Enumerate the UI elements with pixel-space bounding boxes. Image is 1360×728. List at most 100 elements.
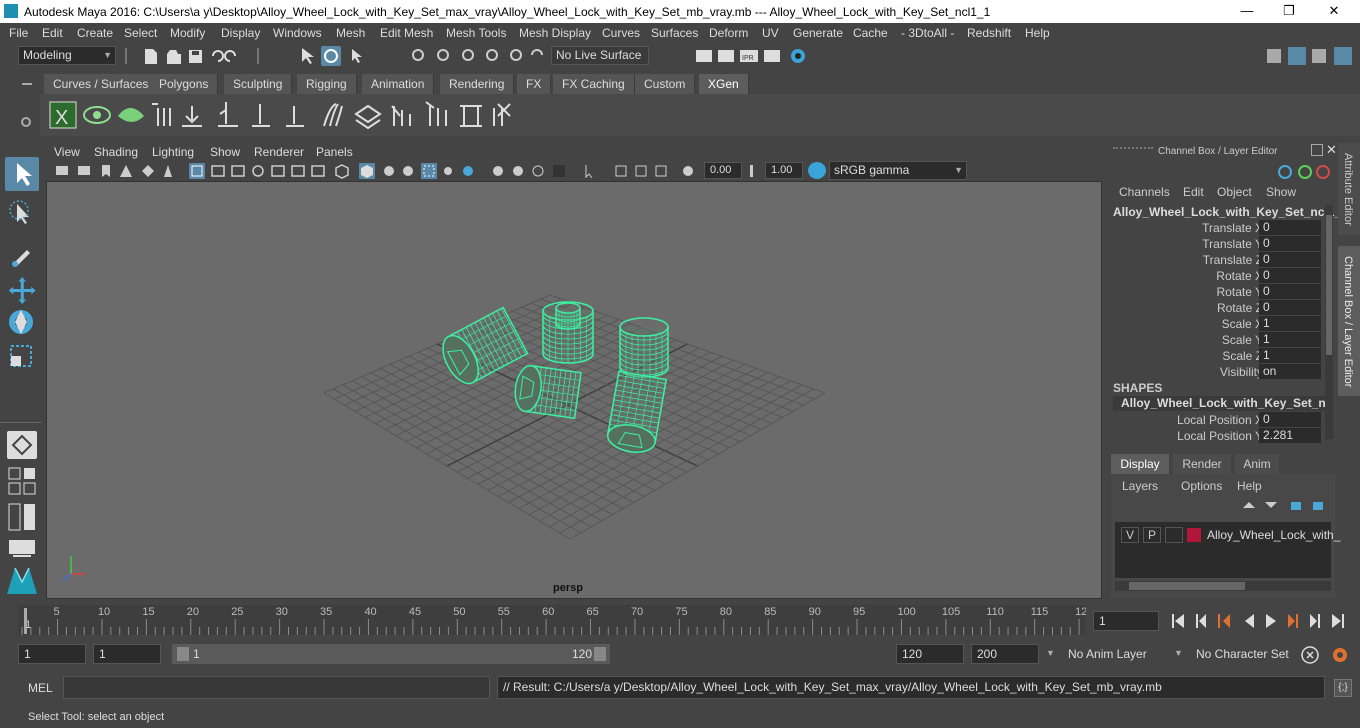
colorspace-dropdown[interactable]: sRGB gamma ▼: [829, 161, 967, 180]
perspective-viewport[interactable]: persp: [46, 181, 1102, 599]
chevron-down-icon[interactable]: ▼: [1046, 648, 1055, 658]
channels-menu[interactable]: Channels: [1119, 185, 1170, 199]
menu-create[interactable]: Create: [77, 26, 113, 40]
attr-value[interactable]: 0: [1259, 412, 1321, 427]
layer-row[interactable]: V P Alloy_Wheel_Lock_with_: [1115, 526, 1340, 544]
script-editor-button[interactable]: {;}: [1334, 679, 1352, 697]
attr-row-translate-x[interactable]: Translate X0: [1107, 220, 1327, 236]
attr-row-translate-y[interactable]: Translate Y0: [1107, 236, 1327, 252]
panel-grip[interactable]: [1113, 147, 1153, 155]
attr-row-scale-z[interactable]: Scale Z1: [1107, 348, 1327, 364]
attr-row-scale-x[interactable]: Scale X1: [1107, 316, 1327, 332]
shelf-tab-custom[interactable]: Custom: [635, 74, 696, 94]
range-slider[interactable]: 1 120: [172, 644, 610, 664]
selection-snap-icons[interactable]: [296, 45, 546, 67]
shelf-tab-fx[interactable]: FX: [517, 74, 552, 94]
mode-dropdown[interactable]: Modeling ▼: [18, 46, 116, 65]
panel-toolbar-icons[interactable]: [46, 161, 696, 181]
shelf-tab-polygons[interactable]: Polygons: [150, 74, 219, 94]
anim-pref-icons[interactable]: [1300, 644, 1356, 666]
menu-generate[interactable]: Generate: [793, 26, 843, 40]
menu-surfaces[interactable]: Surfaces: [651, 26, 698, 40]
attr-value[interactable]: 0: [1259, 220, 1321, 235]
viewport-menu-lighting[interactable]: Lighting: [152, 145, 194, 159]
viewport-menu-panels[interactable]: Panels: [316, 145, 353, 159]
attr-value[interactable]: 0: [1259, 300, 1321, 315]
shape-node-name[interactable]: Alloy_Wheel_Lock_with_Key_Set_ncl...: [1113, 396, 1325, 411]
object-menu[interactable]: Object: [1217, 185, 1252, 199]
layers-menu[interactable]: Layers: [1122, 479, 1158, 493]
attr-value[interactable]: 2.281: [1259, 428, 1321, 443]
menu-3dtoall[interactable]: - 3DtoAll -: [901, 26, 954, 40]
layer-color-swatch[interactable]: [1187, 528, 1201, 542]
attr-row-rotate-y[interactable]: Rotate Y0: [1107, 284, 1327, 300]
layer-visibility-toggle[interactable]: V: [1121, 527, 1139, 543]
shelf-tab-sculpting[interactable]: Sculpting: [224, 74, 293, 94]
shelf-tab-xgen[interactable]: XGen: [699, 74, 749, 94]
layer-tab-render[interactable]: Render: [1173, 454, 1231, 474]
select-tool-button[interactable]: [5, 157, 39, 191]
menu-windows[interactable]: Windows: [273, 26, 322, 40]
attr-row-scale-y[interactable]: Scale Y1: [1107, 332, 1327, 348]
show-menu[interactable]: Show: [1266, 185, 1296, 199]
attr-value[interactable]: 1: [1259, 316, 1321, 331]
workspace-toggle-icons[interactable]: [1264, 45, 1360, 67]
start-time-field[interactable]: 1: [18, 644, 86, 664]
viewport-menu-view[interactable]: View: [54, 145, 80, 159]
live-surface-field[interactable]: No Live Surface: [551, 46, 649, 65]
attr-row-visibility[interactable]: Visibility on: [1107, 364, 1327, 380]
time-slider[interactable]: 5 10 15 20 25 30 35 40 45 50 55 60 65 70 75 80 85 90 95 100…: [18, 605, 1089, 635]
mel-command-input[interactable]: [63, 676, 490, 699]
maya-cube-icon[interactable]: [5, 564, 39, 600]
channel-box-side-tab[interactable]: Channel Box / Layer Editor: [1338, 246, 1360, 396]
attr-row-local-position-y[interactable]: Local Position Y 2.281: [1107, 428, 1327, 444]
character-set-dropdown[interactable]: No Character Set: [1190, 644, 1298, 664]
anim-layer-dropdown[interactable]: No Anim Layer: [1062, 644, 1162, 664]
attr-row-translate-z[interactable]: Translate Z0: [1107, 252, 1327, 268]
attr-value[interactable]: 1: [1259, 332, 1321, 347]
close-icon[interactable]: ✕: [1326, 142, 1337, 158]
layer-display-type-toggle[interactable]: [1165, 527, 1183, 543]
transform-tools[interactable]: [5, 196, 39, 416]
shelf-tab-rigging[interactable]: Rigging: [297, 74, 357, 94]
attr-value[interactable]: 0: [1259, 252, 1321, 267]
menu-mesh-tools[interactable]: Mesh Tools: [446, 26, 506, 40]
options-menu[interactable]: Options: [1181, 479, 1222, 493]
layer-tab-display[interactable]: Display: [1111, 454, 1169, 474]
menu-mesh[interactable]: Mesh: [336, 26, 365, 40]
exposure-field[interactable]: 0.00: [704, 162, 742, 179]
viewport-menu-renderer[interactable]: Renderer: [254, 145, 304, 159]
playback-controls[interactable]: [1166, 610, 1360, 632]
layer-name[interactable]: Alloy_Wheel_Lock_with_: [1207, 528, 1340, 542]
viewport-menu-shading[interactable]: Shading: [94, 145, 138, 159]
attr-value[interactable]: 1: [1259, 348, 1321, 363]
shelf-tab-rendering[interactable]: Rendering: [440, 74, 515, 94]
xgen-shelf-icons[interactable]: X: [40, 94, 530, 136]
attr-value[interactable]: on: [1259, 364, 1321, 379]
menu-mesh-display[interactable]: Mesh Display: [519, 26, 591, 40]
layer-help-menu[interactable]: Help: [1237, 479, 1262, 493]
shelf-tab-animation[interactable]: Animation: [362, 74, 435, 94]
layer-tab-anim[interactable]: Anim: [1235, 454, 1279, 474]
menu-uv[interactable]: UV: [762, 26, 779, 40]
current-time-marker[interactable]: [24, 608, 27, 634]
attr-row-local-position-x[interactable]: Local Position X0: [1107, 412, 1327, 428]
channel-scrollbar[interactable]: [1325, 205, 1333, 439]
attr-value[interactable]: 0: [1259, 268, 1321, 283]
chevron-down-icon[interactable]: ▼: [1174, 648, 1183, 658]
menu-select[interactable]: Select: [124, 26, 157, 40]
shelf-tab-curves-surfaces[interactable]: Curves / Surfaces: [44, 74, 159, 94]
layer-hscrollbar[interactable]: [1115, 581, 1331, 591]
attr-value[interactable]: 0: [1259, 236, 1321, 251]
attr-value[interactable]: 0: [1259, 284, 1321, 299]
menu-cache[interactable]: Cache: [853, 26, 888, 40]
attr-row-rotate-x[interactable]: Rotate X0: [1107, 268, 1327, 284]
command-language-label[interactable]: MEL: [28, 681, 53, 695]
gamma-field[interactable]: 1.00: [765, 162, 803, 179]
menu-display[interactable]: Display: [221, 26, 260, 40]
menu-modify[interactable]: Modify: [170, 26, 205, 40]
range-slider-end-handle[interactable]: [594, 647, 606, 661]
maximize-button[interactable]: ❐: [1281, 3, 1297, 19]
minimize-button[interactable]: —: [1239, 3, 1255, 19]
gear-icon[interactable]: [21, 117, 31, 127]
